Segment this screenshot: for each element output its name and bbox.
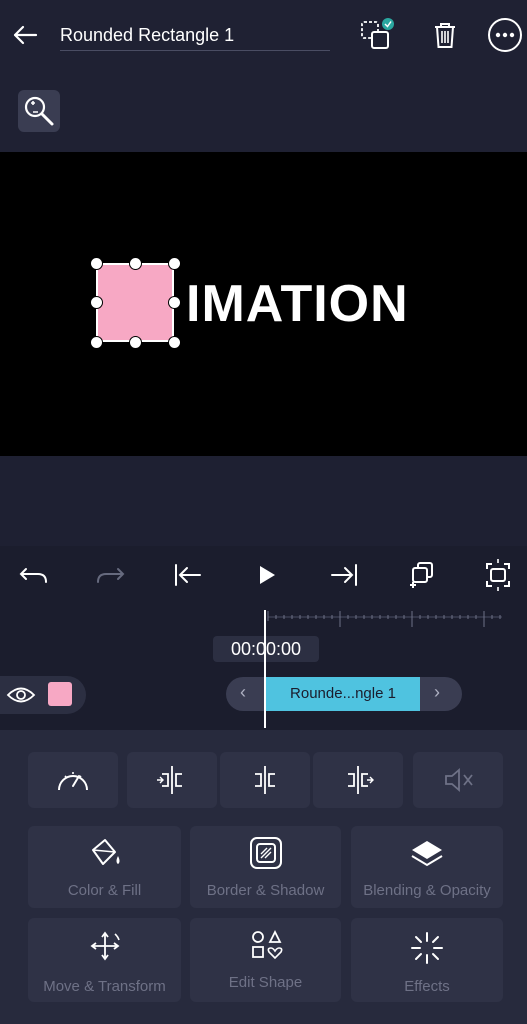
speedometer-icon: [58, 772, 88, 791]
align-end-icon: [348, 766, 374, 794]
clip-label: Rounde...ngle 1: [290, 685, 396, 702]
move-transform-button[interactable]: Move & Transform: [28, 918, 181, 1002]
jump-to-end-icon[interactable]: [326, 557, 362, 593]
resize-handle[interactable]: [90, 296, 103, 309]
resize-handle[interactable]: [168, 336, 181, 349]
chevron-left-icon: ‹: [240, 682, 246, 702]
border-shadow-label: Border & Shadow: [206, 882, 325, 899]
timecode-display: 00:00:00: [213, 636, 319, 662]
speed-button[interactable]: [28, 752, 118, 808]
align-right-button[interactable]: [313, 752, 403, 808]
back-arrow-icon[interactable]: [8, 18, 42, 52]
border-icon: [249, 837, 282, 869]
more-options-icon[interactable]: [486, 16, 524, 54]
timeline-clip[interactable]: Rounde...ngle 1: [266, 677, 420, 711]
visibility-eye-icon[interactable]: [6, 684, 36, 706]
resize-handle[interactable]: [90, 257, 103, 270]
move-arrows-icon: [90, 931, 120, 961]
sparkle-burst-icon: [411, 932, 443, 964]
layer-color-swatch[interactable]: [48, 682, 72, 706]
blending-opacity-button[interactable]: Blending & Opacity: [351, 826, 503, 908]
jump-to-start-icon[interactable]: [170, 557, 206, 593]
resize-handle[interactable]: [129, 336, 142, 349]
zoom-icon: [24, 96, 54, 126]
layer-name-field[interactable]: Rounded Rectangle 1: [60, 20, 330, 51]
align-left-button[interactable]: [127, 752, 217, 808]
timeline-ruler[interactable]: [266, 607, 506, 633]
move-transform-label: Move & Transform: [43, 978, 166, 995]
clip-trim-left[interactable]: ‹: [226, 677, 266, 711]
mute-icon: [445, 768, 473, 792]
border-shadow-button[interactable]: Border & Shadow: [190, 826, 341, 908]
effects-label: Effects: [404, 978, 450, 995]
zoom-button[interactable]: [18, 90, 60, 132]
rounded-rectangle-shape[interactable]: [96, 263, 174, 342]
chevron-right-icon: ›: [434, 682, 440, 702]
undo-icon[interactable]: [16, 557, 52, 593]
color-fill-label: Color & Fill: [67, 882, 142, 899]
effects-button[interactable]: Effects: [351, 918, 503, 1002]
trash-icon[interactable]: [426, 16, 464, 54]
blending-opacity-label: Blending & Opacity: [363, 882, 491, 899]
edit-shape-button[interactable]: Edit Shape: [190, 918, 341, 1002]
edit-shape-label: Edit Shape: [228, 974, 303, 991]
play-icon[interactable]: [248, 557, 284, 593]
layers-blend-icon: [411, 841, 443, 867]
mute-button[interactable]: [413, 752, 503, 808]
align-start-icon: [157, 766, 182, 794]
resize-handle[interactable]: [90, 336, 103, 349]
fit-screen-icon[interactable]: [480, 557, 516, 593]
resize-handle[interactable]: [168, 257, 181, 270]
duplicate-icon[interactable]: [358, 16, 396, 54]
align-center-button[interactable]: [220, 752, 310, 808]
resize-handle[interactable]: [168, 296, 181, 309]
shapes-icon: [251, 929, 282, 960]
resize-handle[interactable]: [129, 257, 142, 270]
canvas-text[interactable]: IMATION: [186, 276, 409, 332]
redo-icon[interactable]: [92, 557, 128, 593]
color-fill-button[interactable]: Color & Fill: [28, 826, 181, 908]
stage-area: [0, 456, 527, 546]
playhead[interactable]: [264, 610, 266, 728]
page-title: Rounded Rectangle 1: [60, 25, 235, 45]
clip-trim-right[interactable]: ›: [420, 677, 462, 711]
canvas-toolbar: [0, 68, 527, 152]
align-center-icon: [255, 766, 275, 794]
add-keyframe-icon[interactable]: [404, 557, 440, 593]
paint-bucket-icon: [91, 839, 119, 865]
